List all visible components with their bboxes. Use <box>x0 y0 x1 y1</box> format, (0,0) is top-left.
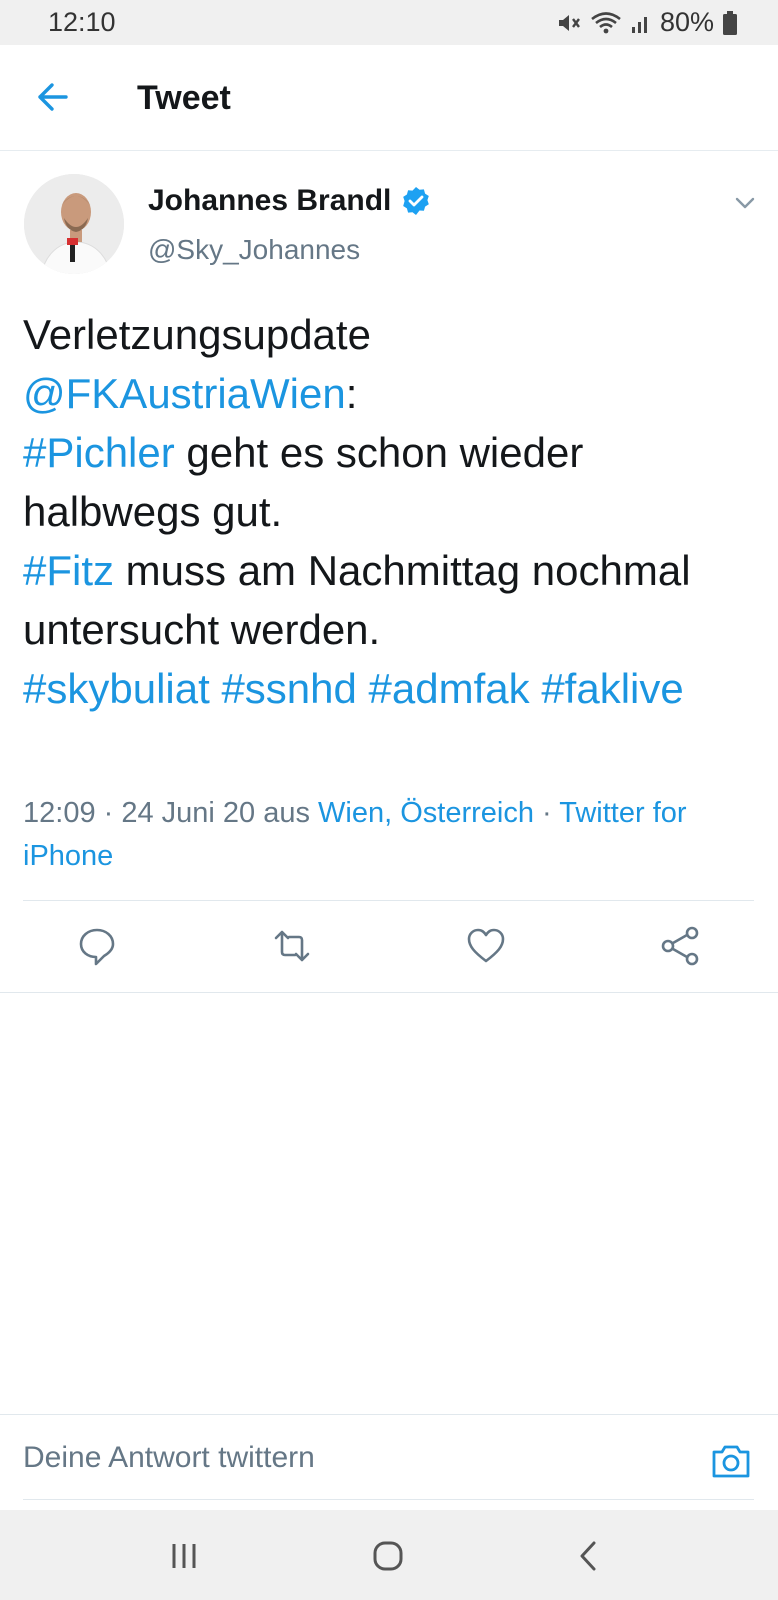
tweet-timestamp: 12:09 · 24 Juni 20 aus <box>23 797 319 829</box>
status-time: 12:10 <box>48 7 116 37</box>
retweet-icon <box>274 930 310 962</box>
back-icon <box>580 1541 596 1571</box>
wifi-icon <box>591 11 621 33</box>
hashtag-link[interactable]: #Fitz <box>23 547 114 594</box>
hashtag-link[interactable]: #Pichler <box>23 429 175 476</box>
system-back-button[interactable] <box>572 1538 608 1574</box>
home-button[interactable] <box>370 1538 406 1574</box>
reply-input[interactable] <box>23 1433 663 1483</box>
battery-icon <box>723 10 737 35</box>
tweet-text: Verletzungsupdate @FKAustriaWien: #Pichl… <box>23 305 753 718</box>
hashtag-link[interactable]: #ssnhd <box>221 665 356 712</box>
tweet-line: #Fitz muss am Nachmittag nochmal untersu… <box>23 541 753 659</box>
tweet-actions <box>0 900 778 992</box>
meta-separator: · <box>534 797 560 829</box>
share-icon <box>661 926 699 966</box>
app-header: Tweet <box>0 45 778 151</box>
tweet-hashtags: #skybuliat #ssnhd #admfak #faklive <box>23 659 753 718</box>
back-button[interactable] <box>32 75 76 119</box>
reply-icon <box>79 928 115 966</box>
hashtag-link[interactable]: #skybuliat <box>23 665 210 712</box>
reply-bar <box>0 1415 778 1511</box>
hashtag-link[interactable]: #faklive <box>541 665 683 712</box>
like-button[interactable] <box>464 924 508 968</box>
status-icons: 80% <box>556 7 738 38</box>
battery-percent: 80% <box>659 7 714 37</box>
camera-button[interactable] <box>710 1442 752 1480</box>
tweet-meta: 12:09 · 24 Juni 20 aus Wien, Österreich … <box>23 792 743 878</box>
signal-icon <box>631 16 647 33</box>
tweet-line: #Pichler geht es schon wieder halbwegs g… <box>23 423 753 541</box>
arrow-left-icon <box>38 83 68 111</box>
location-link[interactable]: Wien, Österreich <box>318 797 534 829</box>
recent-apps-icon <box>172 1544 196 1568</box>
mute-icon <box>558 14 580 31</box>
camera-icon <box>712 1445 750 1478</box>
home-icon <box>373 1541 403 1571</box>
section-divider <box>0 992 778 993</box>
tweet-line: Verletzungsupdate <box>23 305 753 364</box>
like-icon <box>467 928 505 963</box>
tweet-line-text: muss am Nachmittag nochmal untersucht we… <box>23 547 691 653</box>
hashtag-link[interactable]: #admfak <box>369 665 530 712</box>
tweet-line: @FKAustriaWien: <box>23 364 753 423</box>
author-name: Johannes Brandl <box>148 184 392 217</box>
recent-apps-button[interactable] <box>166 1538 202 1574</box>
chevron-down-icon <box>735 197 755 209</box>
share-button[interactable] <box>658 924 702 968</box>
reply-button[interactable] <box>75 924 119 968</box>
reply-underline <box>23 1499 754 1500</box>
author-name-row[interactable]: Johannes Brandl <box>148 184 431 218</box>
tweet-line-text: : <box>345 370 358 417</box>
tweet-line-text: Verletzungsupdate <box>23 311 371 358</box>
system-nav-bar <box>0 1510 778 1600</box>
status-bar: 12:10 80% <box>0 0 778 45</box>
verified-badge-icon <box>403 187 430 215</box>
avatar[interactable] <box>24 174 124 274</box>
retweet-button[interactable] <box>270 924 314 968</box>
mention-link[interactable]: @FKAustriaWien <box>23 370 346 417</box>
profile-photo <box>24 174 124 274</box>
page-title: Tweet <box>137 79 231 117</box>
tweet-menu-button[interactable] <box>733 193 757 213</box>
author-handle[interactable]: @Sky_Johannes <box>148 234 360 266</box>
